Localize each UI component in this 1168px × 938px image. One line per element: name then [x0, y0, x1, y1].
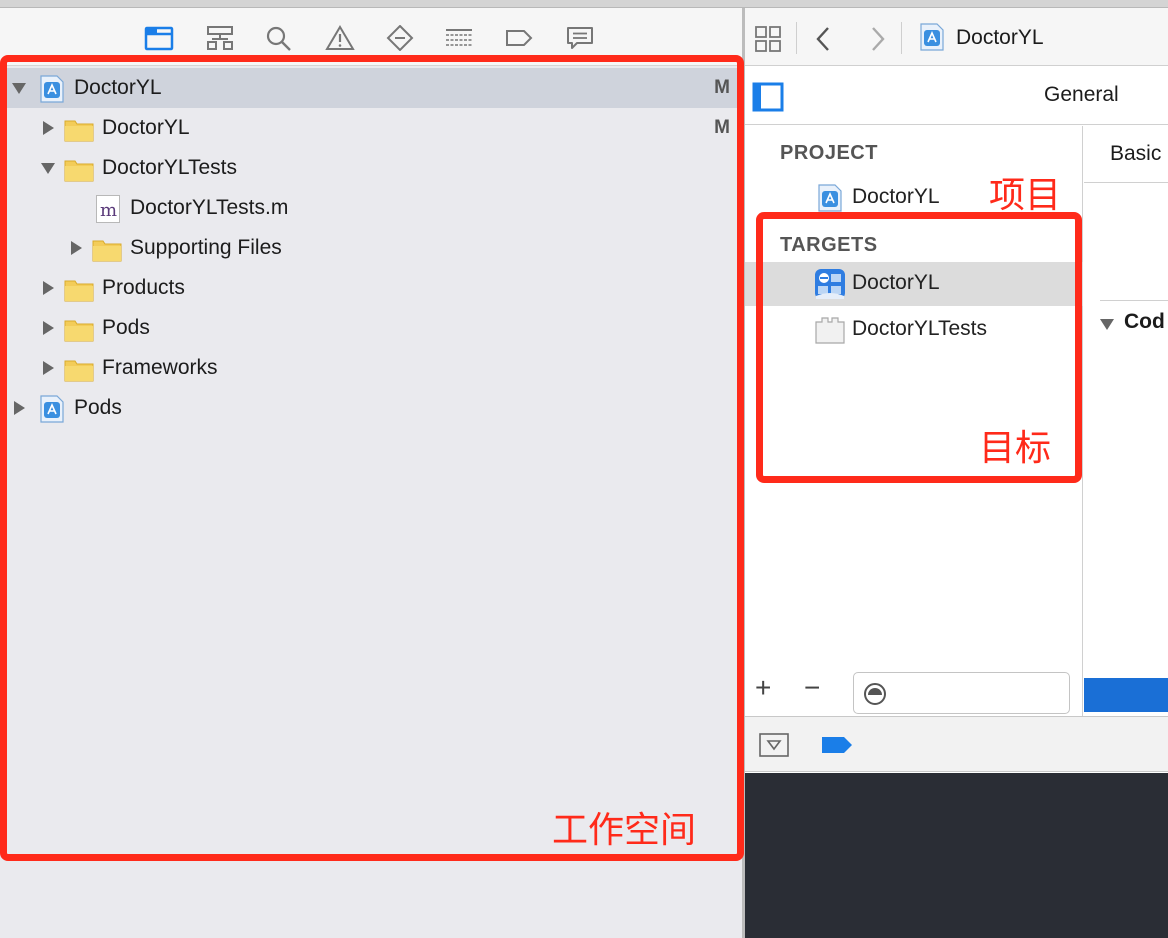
project-section-header: PROJECT: [780, 142, 878, 164]
remove-target-button[interactable]: −: [804, 674, 820, 702]
window-top-strip: [0, 0, 1168, 8]
symbol-navigator-icon[interactable]: [205, 24, 235, 52]
jump-bar-separator: [796, 22, 797, 54]
debug-bar: [745, 716, 1168, 772]
console-area[interactable]: [745, 773, 1168, 938]
disclosure-expanded-icon[interactable]: [1100, 317, 1114, 331]
targets-annotation-label: 目标: [979, 428, 1052, 469]
filter-icon: [864, 683, 886, 705]
xcode-project-icon: [920, 23, 944, 51]
back-chevron-icon[interactable]: [815, 26, 831, 52]
project-navigator-icon[interactable]: [144, 24, 174, 52]
workspace-annotation-label: 工作空间: [552, 810, 697, 851]
workspace-highlight-box: [0, 55, 744, 861]
show-targets-list-icon[interactable]: [752, 82, 784, 112]
debug-navigator-icon[interactable]: [444, 24, 474, 52]
jump-bar: DoctorYL: [745, 8, 1168, 66]
forward-chevron-icon[interactable]: [870, 26, 886, 52]
code-signing-section-header: Cod: [1124, 310, 1165, 333]
find-navigator-icon[interactable]: [264, 24, 294, 52]
tab-basic[interactable]: Basic: [1110, 142, 1161, 166]
test-navigator-icon[interactable]: [385, 24, 415, 52]
project-item-label: DoctorYL: [852, 185, 940, 208]
related-items-icon[interactable]: [755, 26, 781, 52]
target-filter-field[interactable]: [853, 672, 1070, 714]
target-settings-pane: Basic Cod: [1084, 126, 1168, 716]
hide-debug-area-icon[interactable]: [759, 733, 789, 757]
tab-underline: [1084, 182, 1168, 183]
jump-bar-title[interactable]: DoctorYL: [956, 26, 1044, 50]
selected-row-highlight: [1084, 678, 1168, 712]
report-navigator-icon[interactable]: [565, 24, 595, 52]
breakpoint-toggle-icon[interactable]: [821, 736, 853, 754]
project-annotation-label: 项目: [989, 175, 1062, 216]
editor-tabs-row: General: [745, 67, 1168, 125]
section-divider: [1100, 300, 1168, 301]
xcode-project-icon: [818, 184, 842, 212]
jump-bar-separator: [901, 22, 902, 54]
add-target-button[interactable]: +: [755, 674, 771, 702]
tab-general[interactable]: General: [1044, 83, 1119, 107]
breakpoint-navigator-icon[interactable]: [504, 24, 534, 52]
issue-navigator-icon[interactable]: [325, 24, 355, 52]
